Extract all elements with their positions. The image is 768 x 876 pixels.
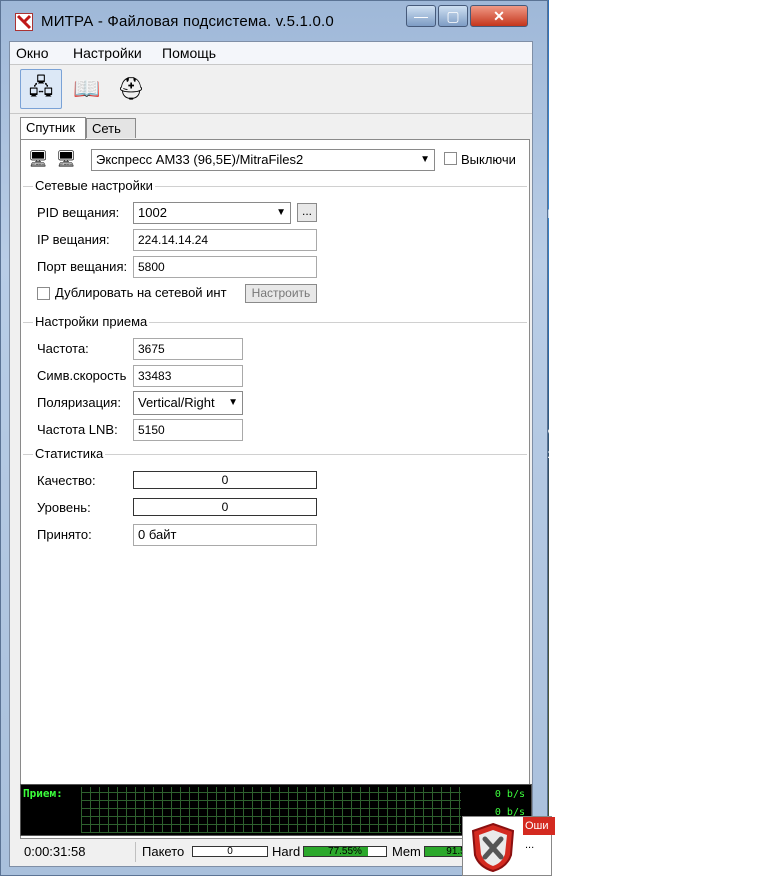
quality-bar: 0 [133,471,317,489]
add-source-icon[interactable]: 🖥 [27,148,49,170]
symbol-rate-input[interactable]: 33483 [133,365,243,387]
graph-grid [81,787,461,833]
network-settings-group: Сетевые настройки PID вещания: 1002 ▼ ..… [23,178,527,313]
client-area: Окно Настройки Помощь 🖧 📖 ⛑ Спутник Сеть… [9,41,533,867]
configure-button[interactable]: Настроить [245,284,317,303]
received-value: 0 байт [133,524,317,546]
statistics-group: Статистика Качество: 0 Уровень: 0 Принят… [23,446,527,555]
pid-value: 1002 [138,205,167,220]
polarization-label: Поляризация: [37,395,121,410]
level-bar: 0 [133,498,317,516]
chevron-down-icon: ▼ [420,154,430,165]
error-title: Оши [523,817,555,835]
packets-bar: 0 [192,846,268,857]
first-aid-kit-icon: ⛑ [117,76,145,101]
packets-label: Пакето [142,844,185,859]
level-label: Уровень: [37,500,91,515]
duplicate-label: Дублировать на сетевой инт [55,285,227,300]
frequency-label: Частота: [37,341,89,356]
source-select[interactable]: Экспресс АМ33 (96,5E)/MitraFiles2 ▼ [91,149,435,171]
network-computers-icon: 🖧 [28,74,54,99]
pid-more-button[interactable]: ... [297,203,317,222]
graph-rate-top: 0 b/s [494,789,525,800]
statistics-title: Статистика [33,446,106,461]
port-input[interactable]: 5800 [133,256,317,278]
uptime: 0:00:31:58 [20,842,136,862]
tab-satellite[interactable]: Спутник [20,117,86,139]
received-label: Принято: [37,527,92,542]
title-bar[interactable]: МИТРА - Файловая подсистема. v.5.1.0.0 —… [1,1,547,41]
minimize-button[interactable]: — [406,5,436,27]
frequency-input[interactable]: 3675 [133,338,243,360]
polarization-value: Vertical/Right [138,395,215,410]
close-button[interactable]: ✕ [470,5,528,27]
menu-settings[interactable]: Настройки [73,45,142,61]
main-window: МИТРА - Файловая подсистема. v.5.1.0.0 —… [0,0,548,876]
tab-network[interactable]: Сеть [86,118,136,138]
connect-source-icon[interactable]: 🖥 [55,148,77,170]
polarization-select[interactable]: Vertical/Right ▼ [133,391,243,415]
satellite-network-button[interactable]: 🖧 [20,69,62,109]
toolbar: 🖧 📖 ⛑ [10,64,532,114]
reception-settings-group: Настройки приема Частота: 3675 Симв.скор… [23,314,527,443]
receive-graph: Прием: 0 b/s 0 b/s [20,784,532,836]
graph-label: Прием: [23,787,63,800]
maximize-button[interactable]: ▢ [438,5,468,27]
first-aid-button[interactable]: ⛑ [110,69,152,109]
hard-value: 77.55% [328,846,362,857]
pid-label: PID вещания: [37,205,120,220]
status-bar: 0:00:31:58 Пакето 0 Hard 77.55% Mem 91.5 [20,842,532,864]
duplicate-checkbox[interactable] [37,287,50,300]
source-select-value: Экспресс АМ33 (96,5E)/MitraFiles2 [96,152,304,167]
book-icon: 📖 [73,76,101,101]
symbol-rate-label: Симв.скорость [37,368,127,383]
window-title: МИТРА - Файловая подсистема. v.5.1.0.0 [41,13,334,30]
mitra-app-icon [15,13,33,31]
ip-label: IP вещания: [37,232,110,247]
error-notification[interactable]: Оши ... [462,816,555,876]
menu-window[interactable]: Окно [16,45,49,61]
lnb-frequency-label: Частота LNB: [37,422,118,437]
error-shield-icon [467,821,519,873]
error-message: ... [525,839,535,851]
off-label: Выключи [461,152,516,167]
menu-help[interactable]: Помощь [162,45,216,61]
quality-label: Качество: [37,473,96,488]
mem-label: Mem [392,844,421,859]
ip-input[interactable]: 224.14.14.24 [133,229,317,251]
pid-select[interactable]: 1002 ▼ [133,202,291,224]
off-checkbox[interactable] [444,152,457,165]
reception-settings-title: Настройки приема [33,314,150,329]
chevron-down-icon: ▼ [228,397,238,408]
hard-label: Hard [272,844,301,859]
satellite-panel: 🖥 🖥 Экспресс АМ33 (96,5E)/MitraFiles2 ▼ … [20,139,530,839]
hard-bar: 77.55% [303,846,387,857]
chevron-down-icon: ▼ [276,207,286,218]
packets-value: 0 [227,846,233,857]
network-settings-title: Сетевые настройки [33,178,155,193]
port-label: Порт вещания: [37,259,128,274]
lnb-frequency-input[interactable]: 5150 [133,419,243,441]
book-button[interactable]: 📖 [66,69,108,109]
menu-bar: Окно Настройки Помощь [10,42,532,64]
